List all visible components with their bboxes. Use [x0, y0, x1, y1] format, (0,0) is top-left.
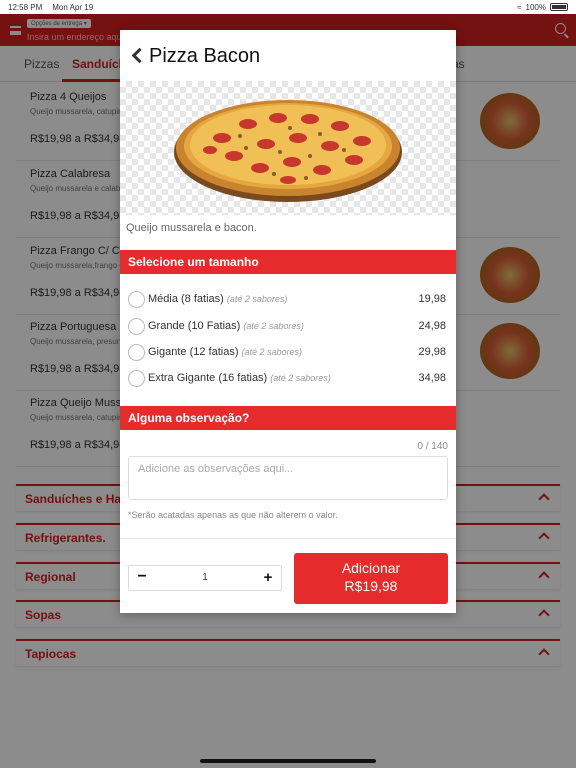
size-option-gigante[interactable]: Gigante (12 fatias) (até 2 sabores) 29,98 [128, 340, 446, 366]
product-description: Queijo mussarela e bacon. [126, 222, 257, 234]
option-label-row: Extra Gigante (16 fatias) (até 2 sabores) [148, 372, 331, 384]
size-option-grande[interactable]: Grande (10 Fatias) (até 2 sabores) 24,98 [128, 314, 446, 340]
battery-icon [550, 3, 568, 11]
product-image-area [120, 81, 456, 215]
decrease-quantity-button[interactable]: − [129, 566, 155, 590]
option-note: (até 2 sabores) [226, 294, 288, 304]
option-price: 29,98 [418, 346, 446, 358]
option-price: 24,98 [418, 320, 446, 332]
option-label: Média (8 fatias) [148, 293, 224, 305]
battery-text: 100% [525, 2, 546, 12]
status-date: Mon Apr 19 [52, 2, 94, 12]
option-label-row: Média (8 fatias) (até 2 sabores) [148, 293, 287, 305]
radio-button[interactable] [128, 344, 145, 361]
product-modal: Pizza Bacon Queijo mussarela e bacon. Se… [120, 30, 456, 613]
option-label-row: Grande (10 Fatias) (até 2 sabores) [148, 320, 304, 332]
option-note: (até 2 sabores) [270, 373, 331, 383]
option-label-row: Gigante (12 fatias) (até 2 sabores) [148, 346, 302, 358]
size-section-header: Selecione um tamanho [120, 250, 456, 274]
add-to-cart-button[interactable]: Adicionar R$19,98 [294, 553, 448, 604]
quantity-value: 1 [202, 572, 208, 583]
observation-section-header: Alguma observação? [120, 406, 456, 430]
add-button-price: R$19,98 [344, 578, 398, 594]
quantity-stepper: − 1 + [128, 565, 282, 591]
observation-input[interactable] [128, 456, 448, 500]
status-bar: 12:58 PM Mon Apr 19 ≈ 100% [0, 0, 576, 14]
option-price: 19,98 [418, 293, 446, 305]
back-chevron-icon[interactable] [131, 47, 148, 64]
radio-button[interactable] [128, 370, 145, 387]
option-label: Grande (10 Fatias) [148, 320, 241, 332]
increase-quantity-button[interactable]: + [255, 566, 281, 590]
wifi-icon: ≈ [517, 2, 522, 12]
option-note: (até 2 sabores) [243, 321, 304, 331]
modal-title: Pizza Bacon [149, 45, 261, 67]
option-label: Gigante (12 fatias) [148, 346, 239, 358]
pizza-image [174, 100, 402, 202]
home-indicator [200, 759, 376, 763]
status-time: 12:58 PM [8, 2, 43, 12]
option-note: (até 2 sabores) [241, 347, 303, 357]
status-right: ≈ 100% [517, 3, 568, 12]
footer-divider [120, 538, 456, 539]
option-price: 34,98 [418, 372, 446, 384]
add-button-label: Adicionar [341, 560, 401, 576]
character-counter: 0 / 140 [417, 441, 448, 452]
radio-button[interactable] [128, 318, 145, 335]
radio-button[interactable] [128, 291, 145, 308]
observation-note: *Serão acatadas apenas as que não altere… [128, 510, 338, 520]
option-label: Extra Gigante (16 fatias) [148, 372, 268, 384]
size-option-media[interactable]: Média (8 fatias) (até 2 sabores) 19,98 [128, 287, 446, 313]
size-option-extra-gigante[interactable]: Extra Gigante (16 fatias) (até 2 sabores)… [128, 366, 446, 392]
